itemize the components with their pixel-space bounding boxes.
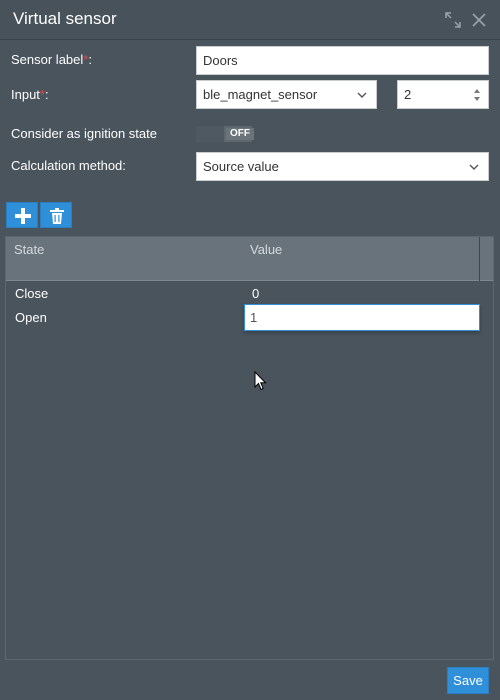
calculation-method-select[interactable]: Source value	[196, 152, 489, 181]
sensor-label-text: Sensor label	[11, 52, 84, 67]
table-cell-state[interactable]: Open	[15, 310, 47, 325]
delete-row-button[interactable]	[40, 202, 72, 228]
column-header-value[interactable]: Value	[250, 242, 282, 257]
window-titlebar: Virtual sensor	[0, 0, 500, 40]
label-suffix: :	[44, 87, 49, 102]
close-icon[interactable]	[470, 11, 488, 29]
sensor-label-value: Doors	[203, 53, 238, 68]
save-button[interactable]: Save	[447, 667, 489, 694]
mouse-cursor-icon	[254, 371, 268, 391]
chevron-down-icon	[356, 89, 368, 101]
input-number-stepper[interactable]: 2	[397, 80, 489, 109]
spinner-arrows-icon[interactable]	[472, 85, 482, 105]
toggle-state-text: OFF	[226, 128, 254, 140]
table-header: State Value	[6, 237, 493, 281]
sensor-label-input[interactable]: Doors	[196, 46, 489, 75]
toggle-knob	[196, 126, 224, 142]
states-table: State Value Close 0 Open 1	[5, 236, 494, 660]
trash-icon	[50, 208, 64, 224]
input-number-value: 2	[404, 87, 412, 102]
calculation-method-value: Source value	[203, 159, 279, 174]
label-suffix: :	[88, 52, 92, 67]
input-label-text: Input	[11, 87, 40, 102]
column-header-state[interactable]: State	[14, 242, 44, 257]
table-cell-state[interactable]: Close	[15, 286, 48, 301]
table-cell-value[interactable]: 0	[252, 286, 259, 301]
sensor-label-label: Sensor label*:	[11, 52, 92, 68]
chevron-down-icon	[468, 161, 480, 173]
calculation-method-label: Calculation method:	[11, 158, 126, 173]
ignition-toggle[interactable]: OFF	[196, 126, 254, 142]
value-edit-input[interactable]: 1	[244, 304, 480, 331]
input-select[interactable]: ble_magnet_sensor	[196, 80, 377, 109]
input-select-value: ble_magnet_sensor	[203, 87, 318, 102]
add-row-button[interactable]	[6, 202, 38, 228]
ignition-label: Consider as ignition state	[11, 126, 157, 141]
input-label: Input*:	[11, 87, 49, 103]
column-separator	[479, 237, 480, 281]
window-title: Virtual sensor	[13, 9, 117, 28]
plus-icon	[15, 208, 31, 224]
expand-icon[interactable]	[444, 11, 462, 29]
